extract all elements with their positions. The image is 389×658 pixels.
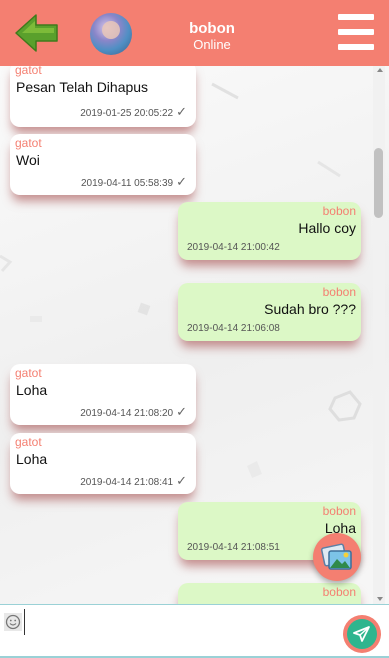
scroll-down-arrow-icon[interactable] [377, 597, 383, 601]
chat-header: bobon Online [0, 0, 389, 66]
message-text: Sudah bro ??? [264, 301, 356, 317]
message-sender: gatot [15, 66, 42, 77]
back-button[interactable] [14, 12, 60, 54]
contact-avatar[interactable] [90, 13, 132, 55]
message-bubble-outgoing[interactable]: bobon Hallo coy 2019-04-14 21:00:42 [178, 202, 361, 260]
message-sender: bobon [322, 585, 356, 599]
message-timestamp: 2019-04-14 21:06:08 [187, 323, 280, 334]
message-bubble-outgoing[interactable]: bobon Sudah bro ??? 2019-04-14 21:06:08 [178, 283, 361, 341]
message-sender: bobon [322, 504, 356, 518]
message-sender: bobon [322, 285, 356, 299]
send-icon [353, 626, 370, 642]
message-sender: gatot [15, 366, 42, 380]
message-text: Pesan Telah Dihapus [16, 79, 149, 95]
contact-info[interactable]: bobon Online [150, 20, 274, 52]
message-bubble-incoming[interactable]: gatot Pesan Telah Dihapus 2019-01-25 20:… [10, 66, 196, 127]
message-meta: 2019-04-14 21:08:20 ✓ [80, 404, 187, 420]
contact-status: Online [193, 37, 231, 52]
message-timestamp: 2019-04-14 21:08:20 [80, 408, 174, 419]
message-text: Loha [16, 382, 48, 398]
read-check-icon: ✓ [176, 174, 187, 189]
message-timestamp: 2019-01-25 20:05:22 [80, 108, 174, 119]
message-input[interactable] [24, 609, 349, 635]
message-text: Woi [16, 152, 40, 168]
message-sender: bobon [322, 204, 356, 218]
contact-name: bobon [189, 20, 235, 37]
send-button-inner [347, 619, 377, 649]
read-check-icon: ✓ [176, 404, 187, 419]
menu-button[interactable] [338, 14, 376, 52]
message-timestamp: 2019-04-14 21:08:41 [80, 477, 174, 488]
message-timestamp: 2019-04-11 05:58:39 [80, 178, 174, 189]
back-arrow-icon [15, 14, 58, 52]
emoji-icon [4, 613, 22, 631]
chat-scrollbar[interactable] [373, 66, 385, 604]
message-text: Loha [16, 451, 48, 467]
scrollbar-thumb[interactable] [374, 148, 383, 218]
read-check-icon: ✓ [176, 473, 187, 488]
message-bubble-outgoing[interactable]: bobon [178, 583, 361, 604]
message-sender: gatot [15, 435, 42, 449]
message-text: Hallo coy [298, 220, 356, 236]
message-composer [0, 604, 389, 658]
message-bubble-incoming[interactable]: gatot Loha 2019-04-14 21:08:41 ✓ [10, 433, 196, 494]
message-bubble-incoming[interactable]: gatot Woi 2019-04-11 05:58:39 ✓ [10, 134, 196, 195]
message-sender: gatot [15, 136, 42, 150]
image-gallery-icon [320, 543, 352, 570]
attach-image-button[interactable] [313, 533, 361, 581]
send-button[interactable] [343, 615, 381, 653]
read-check-icon: ✓ [176, 104, 187, 119]
scroll-up-arrow-icon[interactable] [377, 68, 383, 72]
message-meta: 2019-01-25 20:05:22 ✓ [80, 104, 187, 120]
emoji-button[interactable] [4, 613, 22, 631]
message-meta: 2019-04-14 21:08:41 ✓ [80, 473, 187, 489]
message-meta: 2019-04-11 05:58:39 ✓ [81, 174, 187, 190]
message-timestamp: 2019-04-14 21:00:42 [187, 242, 280, 253]
message-bubble-incoming[interactable]: gatot Loha 2019-04-14 21:08:20 ✓ [10, 364, 196, 425]
chat-messages-area[interactable]: gatot Pesan Telah Dihapus 2019-01-25 20:… [0, 66, 389, 604]
message-timestamp: 2019-04-14 21:08:51 [187, 542, 280, 553]
